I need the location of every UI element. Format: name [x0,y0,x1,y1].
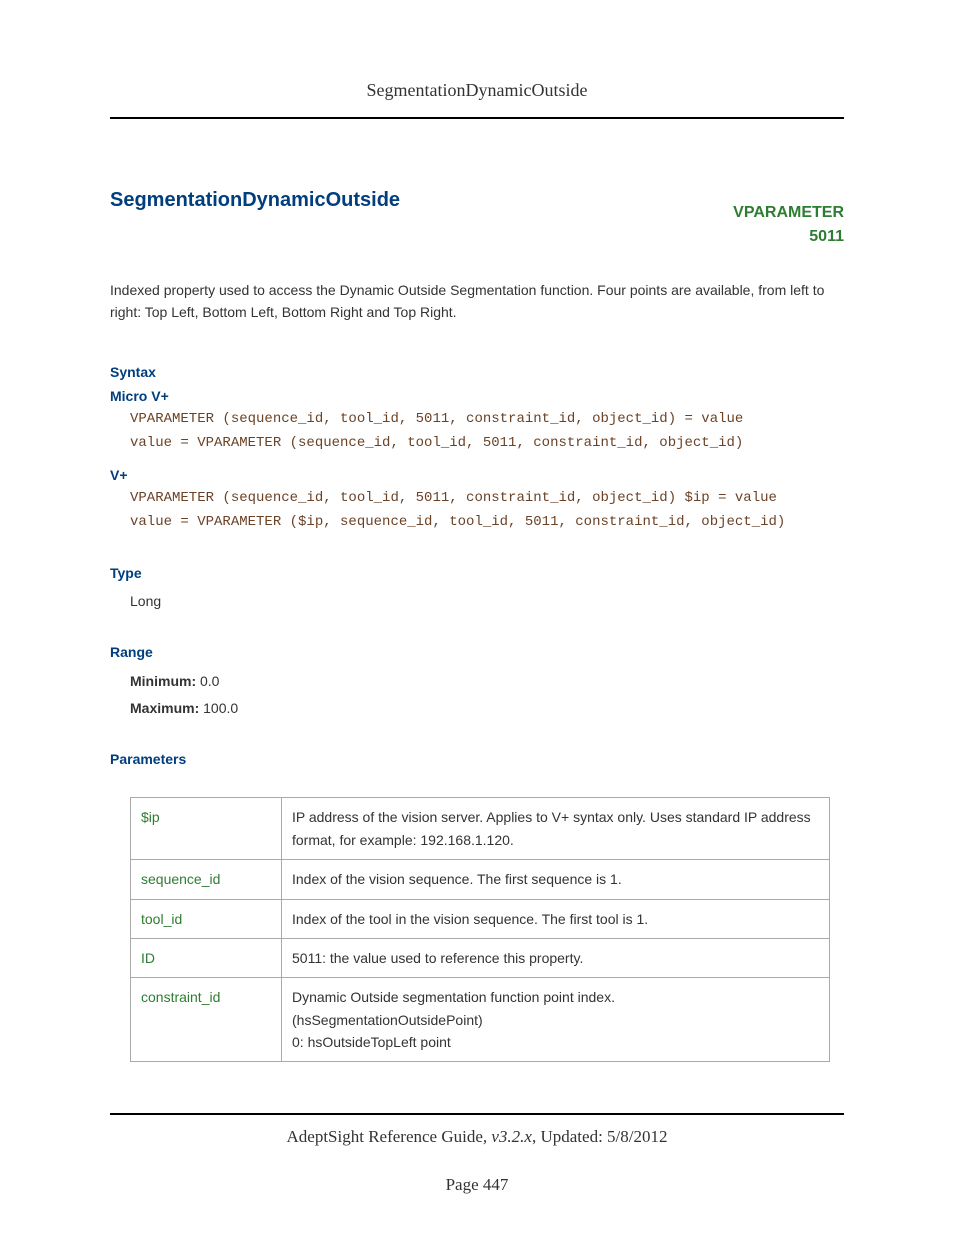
table-row: constraint_id Dynamic Outside segmentati… [131,978,830,1062]
range-max-label: Maximum: [130,700,199,716]
main-title: SegmentationDynamicOutside [110,189,400,212]
vparameter-id: 5011 [733,225,844,249]
page-number: Page 447 [0,1175,954,1195]
param-name: tool_id [131,899,282,938]
type-heading: Type [110,565,844,581]
footer-version: , v3.2.x [483,1127,532,1146]
footer-text: AdeptSight Reference Guide, v3.2.x, Upda… [0,1127,954,1147]
range-max-value: 100.0 [199,700,238,716]
vplus-code: VPARAMETER (sequence_id, tool_id, 5011, … [130,487,844,535]
header-title: SegmentationDynamicOutside [367,80,588,100]
range-heading: Range [110,644,844,660]
param-name: $ip [131,798,282,860]
param-name: constraint_id [131,978,282,1062]
vparameter-badge: VPARAMETER 5011 [733,201,844,249]
vparameter-label: VPARAMETER [733,201,844,225]
range-min-label: Minimum: [130,673,196,689]
param-name: ID [131,938,282,977]
micro-vplus-code: VPARAMETER (sequence_id, tool_id, 5011, … [130,408,844,456]
table-row: $ip IP address of the vision server. App… [131,798,830,860]
table-row: tool_id Index of the tool in the vision … [131,899,830,938]
vplus-label: V+ [110,467,844,483]
description-text: Indexed property used to access the Dyna… [110,279,844,324]
range-maximum: Maximum: 100.0 [130,695,844,722]
page-header: SegmentationDynamicOutside [110,80,844,119]
parameters-heading: Parameters [110,751,844,767]
table-row: sequence_id Index of the vision sequence… [131,860,830,899]
param-desc: 5011: the value used to reference this p… [282,938,830,977]
parameters-table: $ip IP address of the vision server. App… [130,797,830,1062]
range-min-value: 0.0 [196,673,219,689]
param-desc: Dynamic Outside segmentation function po… [282,978,830,1062]
param-name: sequence_id [131,860,282,899]
type-value: Long [130,589,844,614]
param-desc: IP address of the vision server. Applies… [282,798,830,860]
range-minimum: Minimum: 0.0 [130,668,844,695]
syntax-heading: Syntax [110,364,844,380]
parameters-tbody: $ip IP address of the vision server. App… [131,798,830,1062]
footer-guide: AdeptSight Reference Guide [287,1127,483,1146]
param-desc: Index of the tool in the vision sequence… [282,899,830,938]
micro-vplus-label: Micro V+ [110,388,844,404]
footer-updated: , Updated: 5/8/2012 [532,1127,668,1146]
table-row: ID 5011: the value used to reference thi… [131,938,830,977]
footer-rule [110,1113,844,1115]
title-row: SegmentationDynamicOutside VPARAMETER 50… [110,189,844,249]
document-page: SegmentationDynamicOutside SegmentationD… [0,0,954,1235]
param-desc: Index of the vision sequence. The first … [282,860,830,899]
